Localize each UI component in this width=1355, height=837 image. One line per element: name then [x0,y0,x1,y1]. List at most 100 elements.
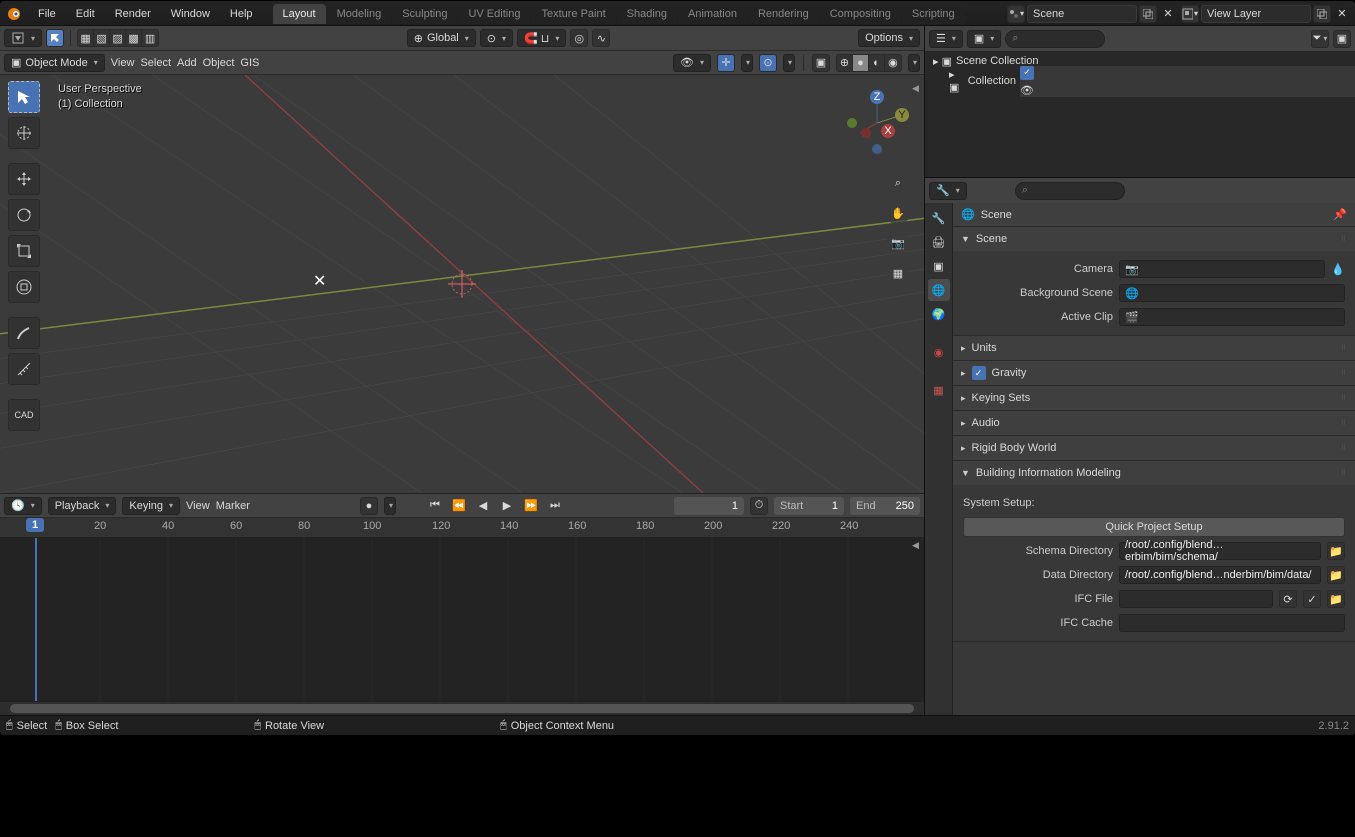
timeline-marker-menu[interactable]: Marker [216,500,250,512]
orientation-dropdown[interactable]: ⊕Global [407,29,476,47]
new-scene-icon[interactable] [1139,5,1157,23]
tab-sculpting[interactable]: Sculpting [392,4,457,24]
tool-measure[interactable] [8,353,40,385]
tool-select-box[interactable] [8,81,40,113]
tab-texture-paint[interactable]: Texture Paint [531,4,615,24]
ifc-file-input[interactable] [1119,590,1273,608]
ptab-texture[interactable]: ▦ [928,379,950,401]
timeline-ruler[interactable]: 1 20 40 60 80 100 120 140 160 180 200 22… [0,518,924,538]
viewport-menu-object[interactable]: Object [203,57,235,69]
timeline-editor-type[interactable]: 🕓 [4,497,42,515]
panel-bim[interactable]: ▼Building Information Modeling⠿ [953,461,1355,485]
tab-modeling[interactable]: Modeling [327,4,392,24]
tab-scripting[interactable]: Scripting [902,4,965,24]
auto-key-icon[interactable]: ● [360,497,378,515]
blender-logo-icon[interactable] [0,2,28,26]
jump-next-key-icon[interactable]: ⏩ [522,497,540,515]
select-mode-segmented[interactable]: ▦ ▧ ▨ ▩ ▥ [77,29,159,47]
schema-dir-input[interactable]: /root/.config/blend…erbim/bim/schema/ [1119,542,1321,560]
tab-shading[interactable]: Shading [617,4,677,24]
bgscene-input[interactable]: 🌐 [1119,284,1345,302]
check-icon[interactable]: ✓ [1303,590,1321,608]
outliner-collection[interactable]: ▸ ▣ Collection ✓ 👁 [925,71,1355,91]
delete-viewlayer-icon[interactable]: ✕ [1333,5,1351,23]
reload-icon[interactable]: ⟳ [1279,590,1297,608]
proportional-curve-icon[interactable]: ∿ [592,29,610,47]
timeline-scrollbar[interactable] [0,701,924,715]
tool-rotate[interactable] [8,199,40,231]
shading-solid-icon[interactable]: ● [853,55,869,71]
preview-range-icon[interactable]: ⏱ [750,497,768,515]
shading-options-dropdown[interactable] [908,54,920,72]
options-dropdown[interactable]: Options [858,29,920,47]
eyedropper-icon[interactable]: 💧 [1331,263,1345,276]
gizmo-options-dropdown[interactable] [741,54,753,72]
timeline-keying-menu[interactable]: Keying [122,497,180,515]
outliner-editor-type[interactable]: ☰ [929,30,963,48]
tool-scale[interactable] [8,235,40,267]
tab-animation[interactable]: Animation [678,4,747,24]
folder-icon[interactable]: 📁 [1327,590,1345,608]
play-icon[interactable]: ▶ [498,497,516,515]
folder-icon[interactable]: 📁 [1327,542,1345,560]
panel-scene[interactable]: ▼Scene⠿ [953,227,1355,251]
select-intersect-icon[interactable]: ▥ [142,30,158,46]
camera-view-icon[interactable]: 📷 [886,231,910,255]
object-mode-dropdown[interactable]: ▣ Object Mode [4,54,105,72]
tool-cad[interactable]: CAD [8,399,40,431]
tab-uv-editing[interactable]: UV Editing [458,4,530,24]
overlay-toggle-icon[interactable]: ⊙ [759,54,777,72]
perspective-toggle-icon[interactable]: ▦ [886,261,910,285]
pivot-dropdown[interactable]: ⊙ [480,29,513,47]
tool-move[interactable] [8,163,40,195]
pan-icon[interactable]: ✋ [886,201,910,225]
viewlayer-browse-icon[interactable]: ▾ [1181,5,1199,23]
scene-name-input[interactable]: Scene [1027,5,1137,23]
folder-icon[interactable]: 📁 [1327,566,1345,584]
menu-render[interactable]: Render [105,2,161,26]
panel-units[interactable]: ▸Units⠿ [953,336,1355,360]
visibility-dropdown[interactable]: 👁 [673,54,711,72]
outliner-filter-icon[interactable]: ⏷ [1311,30,1329,48]
start-frame-input[interactable]: Start1 [774,497,844,515]
properties-search[interactable] [1015,182,1125,200]
ptab-world[interactable]: 🌍 [928,303,950,325]
select-all-icon[interactable]: ▦ [78,30,94,46]
delete-scene-icon[interactable]: ✕ [1159,5,1177,23]
pin-icon[interactable]: 📌 [1333,208,1347,221]
tool-transform[interactable] [8,271,40,303]
scene-selector[interactable]: ▾ Scene ✕ [1007,5,1177,23]
select-box-tool-icon[interactable] [47,30,63,46]
viewlayer-name-input[interactable]: View Layer [1201,5,1311,23]
data-dir-input[interactable]: /root/.config/blend…nderbim/bim/data/ [1119,566,1321,584]
tab-compositing[interactable]: Compositing [820,4,901,24]
panel-gravity[interactable]: ▸✓Gravity⠿ [953,361,1355,385]
select-invert-icon[interactable]: ▩ [126,30,142,46]
outliner-new-collection-icon[interactable]: ▣ [1333,30,1351,48]
shading-mode-segmented[interactable]: ⊕ ● ◐ ◉ [836,54,902,72]
editor-type-dropdown[interactable] [4,29,42,47]
outliner-display-mode[interactable]: ▣ [967,30,1001,48]
ptab-viewlayer[interactable]: ▣ [928,255,950,277]
timeline-view-menu[interactable]: View [186,500,210,512]
select-subtract-icon[interactable]: ▨ [110,30,126,46]
auto-key-options[interactable] [384,497,396,515]
eye-icon[interactable]: 👁 [1020,84,1349,97]
tab-layout[interactable]: Layout [273,4,326,24]
shading-rendered-icon[interactable]: ◉ [885,55,901,71]
ptab-output[interactable]: 🖨 [928,231,950,253]
ptab-scene[interactable]: 🌐 [928,279,950,301]
panel-audio[interactable]: ▸Audio⠿ [953,411,1355,435]
outliner-search[interactable] [1005,30,1105,48]
collapse-sidebar-icon[interactable]: ◀ [912,83,922,94]
new-viewlayer-icon[interactable] [1313,5,1331,23]
ifc-cache-input[interactable] [1119,614,1345,632]
viewport-menu-select[interactable]: Select [140,57,171,69]
tab-rendering[interactable]: Rendering [748,4,819,24]
timeline-playback-menu[interactable]: Playback [48,497,117,515]
panel-rigid-body[interactable]: ▸Rigid Body World⠿ [953,436,1355,460]
viewport-menu-view[interactable]: View [111,57,135,69]
tool-cursor[interactable] [8,117,40,149]
viewlayer-selector[interactable]: ▾ View Layer ✕ [1181,5,1351,23]
menu-file[interactable]: File [28,2,66,26]
